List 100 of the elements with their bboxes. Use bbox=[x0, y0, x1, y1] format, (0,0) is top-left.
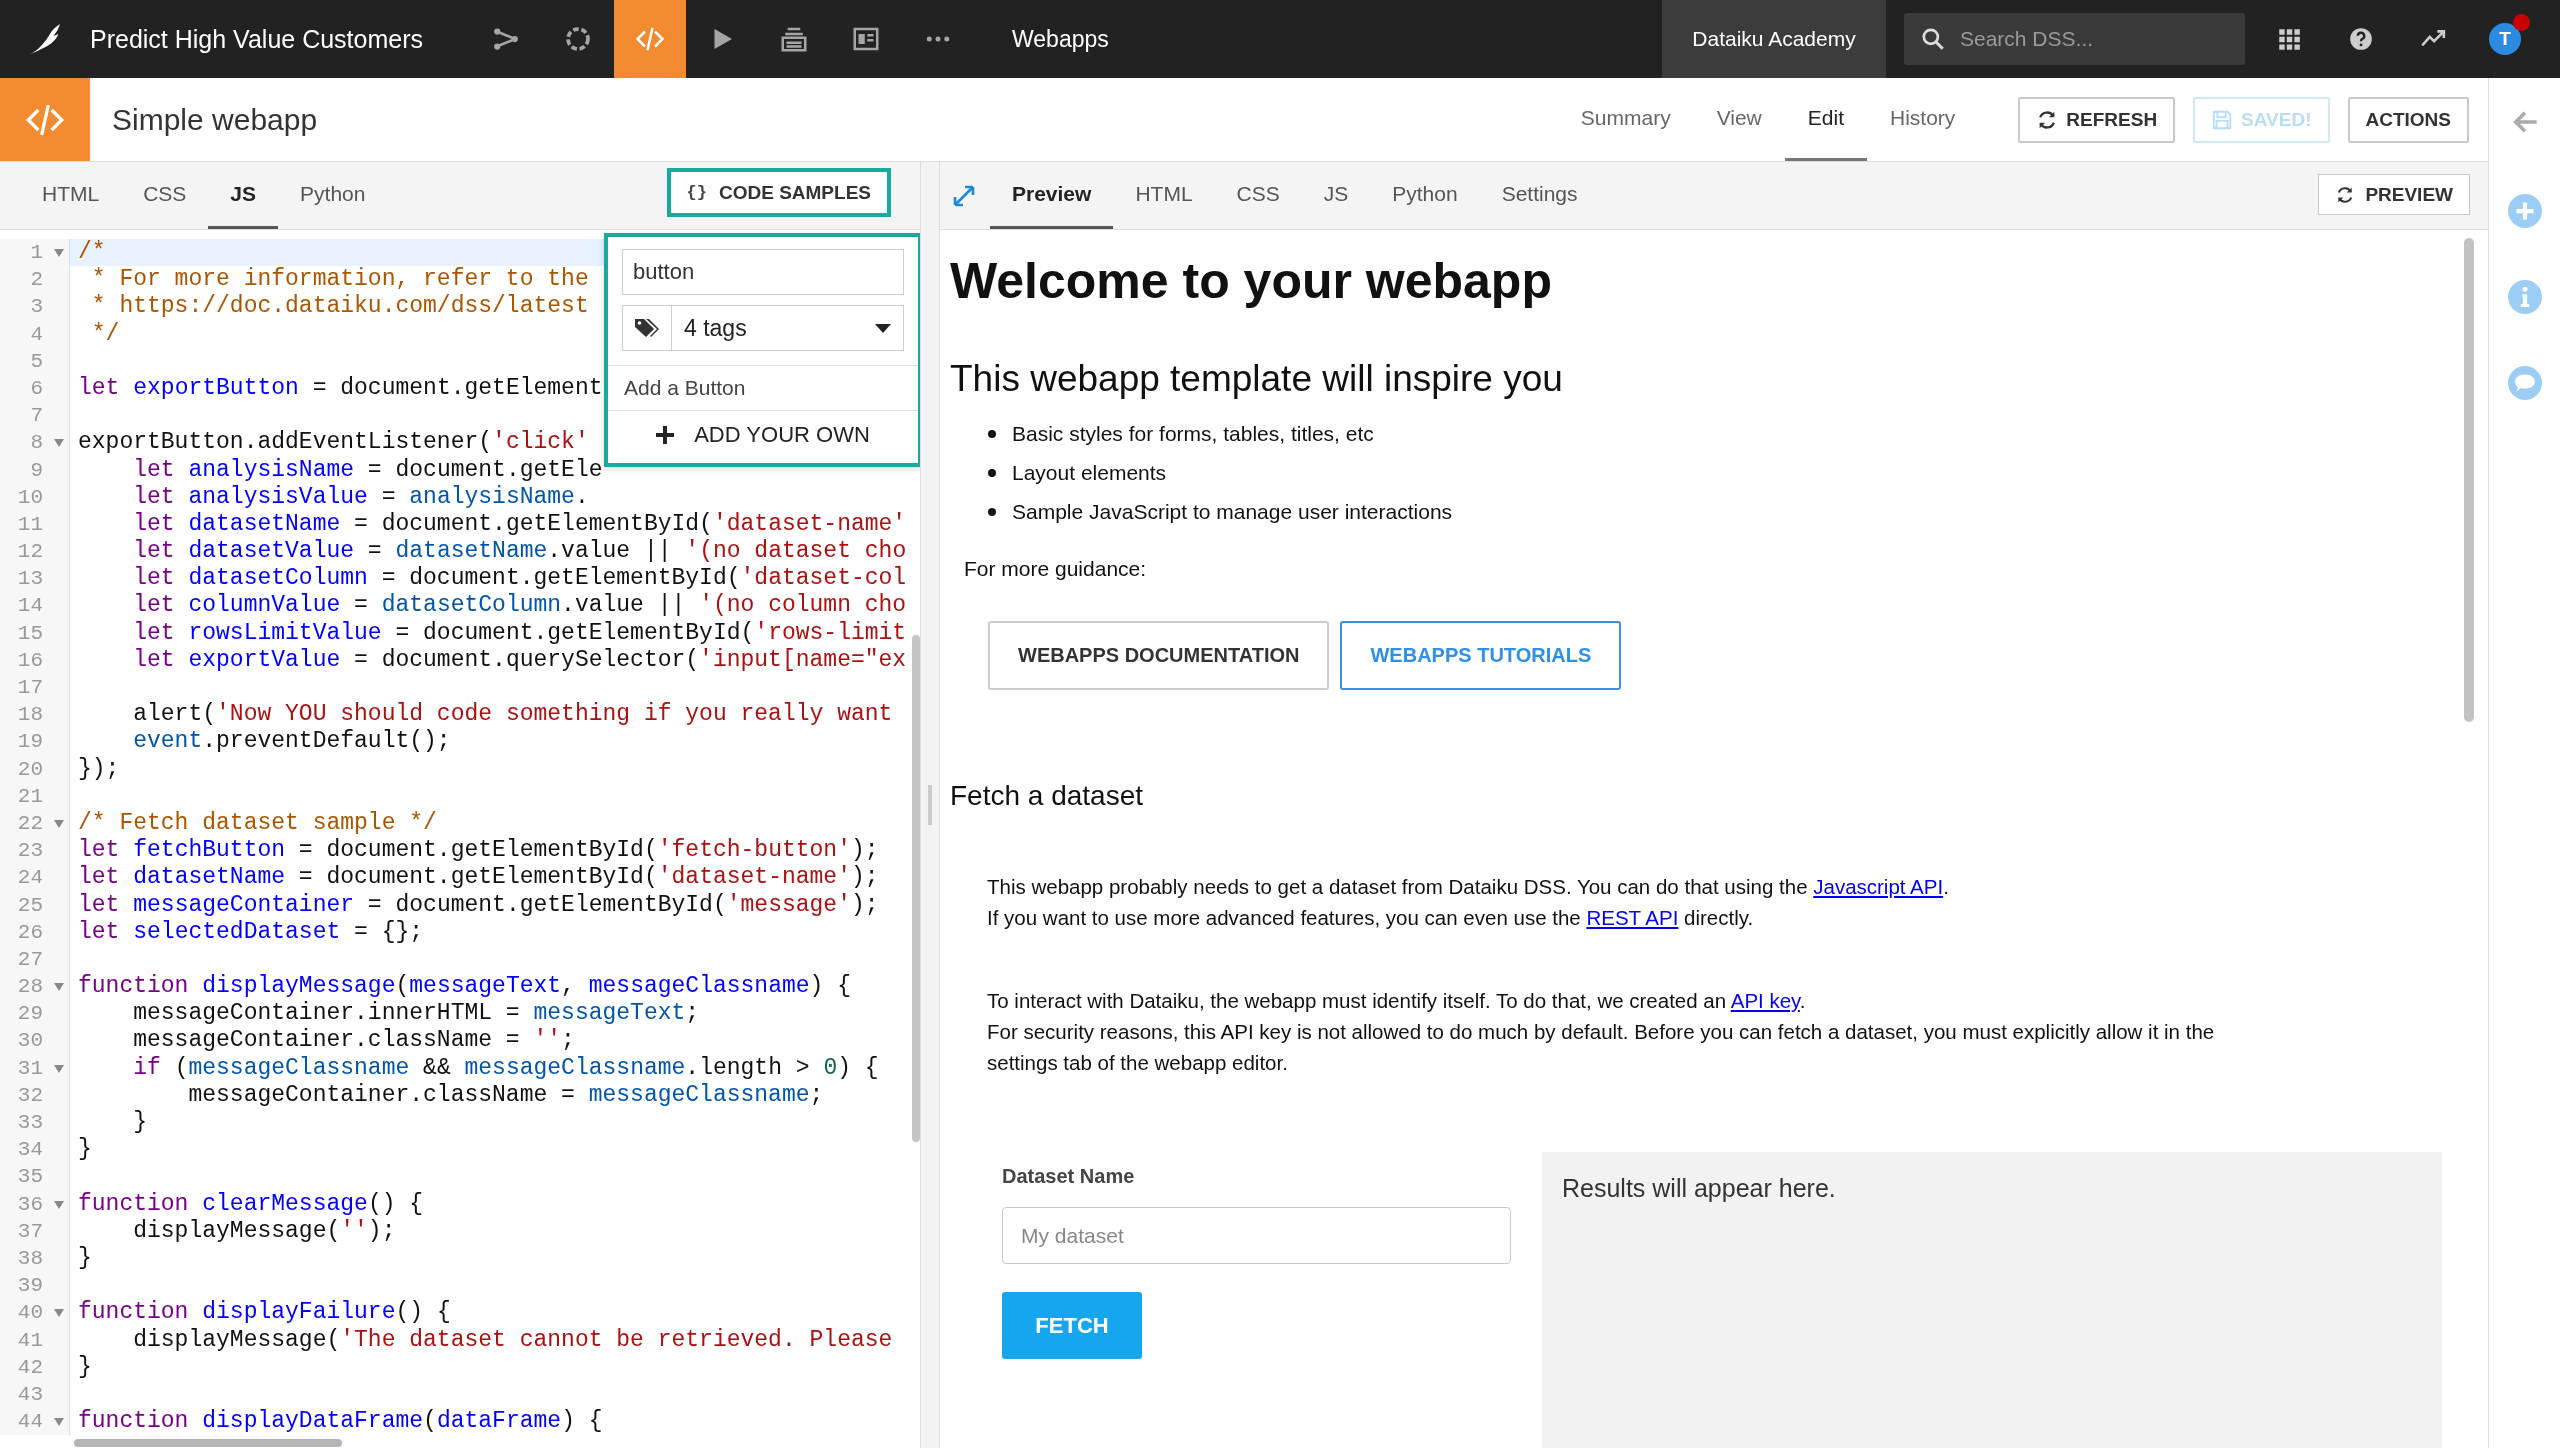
line-number: 32 bbox=[17, 1082, 43, 1109]
line-number: 35 bbox=[17, 1164, 43, 1191]
code-line: messageContainer.innerHTML = messageText; bbox=[132, 1000, 700, 1027]
line-number: 2 bbox=[30, 267, 43, 294]
code-line: }); bbox=[78, 755, 120, 782]
fold-arrow-icon[interactable] bbox=[54, 819, 64, 828]
menu-item[interactable]: Add a Button bbox=[608, 365, 918, 410]
fold-arrow-icon[interactable] bbox=[54, 1309, 64, 1318]
code-line: let fetchButton = document.getElementById('fetch-button'); bbox=[78, 837, 879, 864]
actions-button[interactable]: ACTIONS bbox=[2347, 96, 2469, 143]
bullet-dot bbox=[988, 429, 996, 438]
link[interactable]: REST API bbox=[1586, 906, 1679, 929]
line-number: 19 bbox=[17, 729, 43, 756]
tags-filter[interactable]: 4 tags bbox=[622, 305, 904, 351]
code-line: function clearMessage() { bbox=[78, 1190, 424, 1217]
plus-icon bbox=[656, 426, 675, 444]
section-label: Webapps bbox=[1012, 25, 1109, 53]
fold-arrow-icon[interactable] bbox=[54, 1200, 64, 1209]
page-heading: Welcome to your webapp bbox=[950, 252, 1553, 311]
code-line: let messageContainer = document.getElementById('message'); bbox=[78, 891, 879, 918]
code-line: let exportButton = document.getElement bbox=[78, 374, 603, 401]
link[interactable]: Javascript API bbox=[1813, 875, 1944, 898]
expand-icon[interactable] bbox=[952, 183, 976, 208]
tags-icon bbox=[634, 317, 660, 339]
tags-label: 4 tags bbox=[684, 314, 747, 342]
avatar[interactable]: T bbox=[2489, 23, 2521, 55]
guidance-text: For more guidance: bbox=[964, 556, 1148, 582]
scrollbar[interactable] bbox=[74, 1439, 342, 1447]
fold-arrow-icon[interactable] bbox=[54, 983, 64, 992]
tab[interactable]: View bbox=[1693, 78, 1785, 161]
search-field[interactable]: Search DSS... bbox=[1904, 13, 2245, 65]
line-number: 8 bbox=[30, 430, 43, 457]
code-line: let datasetColumn = document.getElementById('dataset-col bbox=[132, 565, 907, 592]
code-line: let analysisName = document.getEle bbox=[132, 456, 603, 483]
tab[interactable]: Settings bbox=[1479, 162, 1600, 229]
chat-icon[interactable] bbox=[2507, 366, 2542, 400]
line-number: 40 bbox=[17, 1300, 43, 1327]
bullet-item: Sample JavaScript to manage user interactions bbox=[1012, 499, 1453, 525]
tab[interactable]: History bbox=[1866, 78, 1979, 161]
code-line: function displayFailure() { bbox=[78, 1299, 451, 1326]
documentation-button[interactable]: WEBAPPS DOCUMENTATION bbox=[988, 621, 1330, 690]
code-line: * https://doc.dataiku.com/dss/latest bbox=[90, 293, 589, 320]
code-line: } bbox=[78, 1136, 92, 1163]
subheading: This webapp template will inspire you bbox=[950, 357, 1564, 401]
field-label: Dataset Name bbox=[1002, 1164, 1136, 1188]
workspace-button[interactable]: Dataiku Academy bbox=[1662, 0, 1886, 78]
fold-arrow-icon[interactable] bbox=[54, 249, 64, 257]
apps-icon[interactable] bbox=[2276, 26, 2302, 52]
tab[interactable]: JS bbox=[208, 162, 279, 229]
tab[interactable]: CSS bbox=[1214, 162, 1302, 229]
tab[interactable]: Python bbox=[1370, 162, 1480, 229]
save-icon bbox=[2211, 108, 2234, 131]
tab[interactable]: JS bbox=[1301, 162, 1371, 229]
line-number: 18 bbox=[17, 702, 43, 729]
tab[interactable]: HTML bbox=[20, 162, 122, 229]
add-your-own-button[interactable]: ADD YOUR OWN bbox=[608, 410, 918, 459]
code-line: exportButton.addEventListener('click' bbox=[78, 429, 589, 456]
caret-icon bbox=[875, 323, 891, 333]
preview-button[interactable]: PREVIEW bbox=[2318, 174, 2470, 215]
splitter-handle[interactable] bbox=[928, 785, 932, 825]
fold-arrow-icon[interactable] bbox=[54, 1418, 64, 1427]
code-line: alert('Now YOU should code something if you really want bbox=[132, 701, 893, 728]
help-icon[interactable] bbox=[2348, 26, 2374, 52]
scrollbar[interactable] bbox=[912, 635, 920, 1142]
line-number: 9 bbox=[30, 457, 43, 484]
code-line: displayMessage('The dataset cannot be retrieved. Please bbox=[132, 1326, 893, 1353]
code-line: } bbox=[78, 1244, 92, 1271]
line-number: 12 bbox=[17, 539, 43, 566]
results-text: Results will appear here. bbox=[1562, 1174, 1836, 1202]
code-line: * For more information, refer to the bbox=[90, 266, 589, 293]
code-line: messageContainer.className = messageClassname; bbox=[187, 1081, 824, 1108]
link[interactable]: API key bbox=[1730, 989, 1800, 1012]
line-number: 28 bbox=[17, 974, 43, 1001]
line-number: 4 bbox=[30, 321, 43, 348]
tab[interactable]: CSS bbox=[121, 162, 209, 229]
bullet-item: Layout elements bbox=[1012, 460, 1167, 486]
line-number: 36 bbox=[17, 1191, 43, 1218]
line-number: 20 bbox=[17, 756, 43, 783]
line-number: 42 bbox=[17, 1354, 43, 1381]
info-icon[interactable] bbox=[2507, 280, 2542, 314]
line-number: 31 bbox=[17, 1055, 43, 1082]
code-line: let datasetValue = datasetName.value || '(no dataset cho bbox=[132, 538, 907, 565]
scrollbar[interactable] bbox=[2464, 238, 2474, 722]
code-samples-button[interactable]: {} CODE SAMPLES bbox=[666, 168, 891, 217]
tab[interactable]: Preview bbox=[990, 162, 1114, 229]
refresh-button[interactable]: REFRESH bbox=[2018, 96, 2176, 143]
fold-arrow-icon[interactable] bbox=[54, 1064, 64, 1073]
code-line: */ bbox=[90, 320, 120, 347]
tab[interactable]: Summary bbox=[1557, 78, 1694, 161]
tab[interactable]: HTML bbox=[1113, 162, 1215, 229]
code-line: let columnValue = datasetColumn.value || '(no column cho bbox=[132, 592, 907, 619]
code-line: } bbox=[78, 1353, 92, 1380]
tab[interactable]: Python bbox=[278, 162, 388, 229]
code-line: let datasetName = document.getElementById('dataset-name' bbox=[132, 510, 907, 537]
add-icon[interactable] bbox=[2507, 194, 2542, 228]
code-line: let analysisValue = analysisName. bbox=[132, 483, 589, 510]
line-number: 37 bbox=[17, 1218, 43, 1245]
search-field[interactable]: button bbox=[622, 249, 904, 295]
fold-arrow-icon[interactable] bbox=[54, 439, 64, 448]
dataset-name-field[interactable]: My dataset bbox=[1002, 1207, 1511, 1264]
